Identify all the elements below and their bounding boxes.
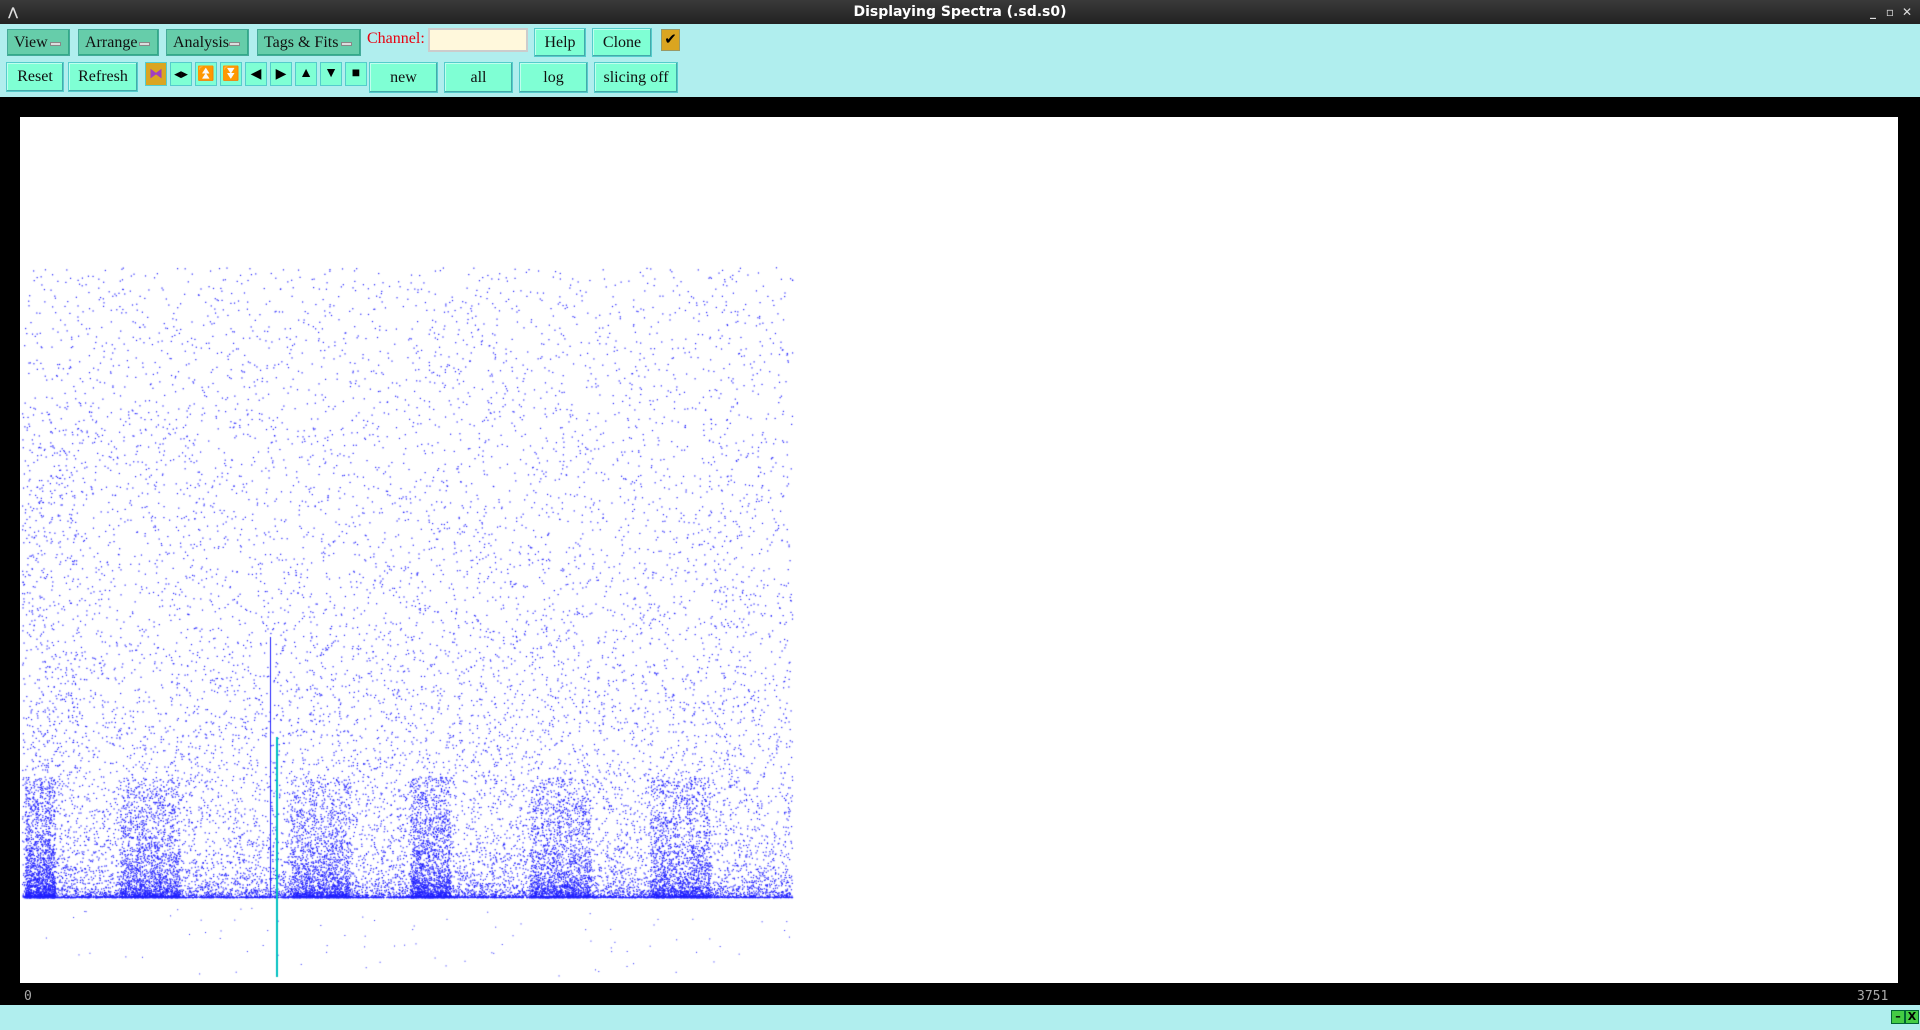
slicing-button[interactable]: slicing off [594,62,678,93]
minimize-icon[interactable]: _ [1870,0,1876,24]
expand-horizontal-button[interactable]: ⧓ [145,62,167,86]
menu-indicator-icon [139,42,150,46]
scroll-down-icon: ▼ [324,66,338,81]
channel-input[interactable] [428,28,528,52]
maximize-icon[interactable]: ▫ [1886,0,1894,24]
arrange-menu-label: Arrange [85,33,138,51]
menu-indicator-icon [229,42,240,46]
view-menu[interactable]: View [7,29,70,56]
menu-indicator-icon [50,42,61,46]
close-icon[interactable]: ✕ [1902,0,1912,24]
expand-vertical-icon: ⏫ [197,66,215,82]
full-view-button[interactable]: ■ [345,62,367,86]
view-menu-label: View [14,33,48,51]
window-title: Displaying Spectra (.sd.s0) [853,4,1067,20]
compress-vertical-button[interactable]: ⏬ [220,62,242,86]
log-button[interactable]: log [519,62,588,93]
refresh-button[interactable]: Refresh [68,62,138,92]
tags-fits-menu[interactable]: Tags & Fits [257,29,361,56]
channel-label: Channel: [367,30,425,47]
compress-horizontal-icon: ◀▶ [174,68,188,79]
toggle-checkbox[interactable]: ✔ [661,29,680,51]
menu-indicator-icon [341,42,352,46]
scroll-up-icon: ▲ [299,66,313,81]
app-icon: ⋀ [7,5,19,19]
scroll-down-button[interactable]: ▼ [320,62,342,86]
scroll-right-button[interactable]: ▶ [270,62,292,86]
tags-fits-menu-label: Tags & Fits [264,33,339,51]
analysis-menu-label: Analysis [173,33,229,51]
compress-horizontal-button[interactable]: ◀▶ [170,62,192,86]
spectrum-scatter-canvas[interactable] [20,117,1898,983]
expand-vertical-button[interactable]: ⏫ [195,62,217,86]
scroll-up-button[interactable]: ▲ [295,62,317,86]
scroll-right-icon: ▶ [275,66,287,82]
all-button[interactable]: all [444,62,513,93]
scroll-left-icon: ◀ [250,66,262,82]
compress-vertical-icon: ⏬ [222,66,240,82]
axis-max-label: 3751 [1857,989,1889,1004]
scroll-left-button[interactable]: ◀ [245,62,267,86]
analysis-menu[interactable]: Analysis [166,29,249,56]
status-bar [0,1005,1920,1030]
reset-button[interactable]: Reset [6,62,64,92]
close-panel-button[interactable]: X [1905,1010,1919,1024]
clone-button[interactable]: Clone [592,28,652,57]
full-view-icon: ■ [351,66,361,81]
arrange-menu[interactable]: Arrange [78,29,159,56]
minimize-panel-button[interactable]: – [1891,1010,1905,1024]
axis-min-label: 0 [24,989,32,1004]
new-button[interactable]: new [369,62,438,93]
expand-horizontal-icon: ⧓ [149,66,163,82]
help-button[interactable]: Help [534,28,586,57]
title-bar: ⋀ Displaying Spectra (.sd.s0) _ ▫ ✕ [0,0,1920,24]
